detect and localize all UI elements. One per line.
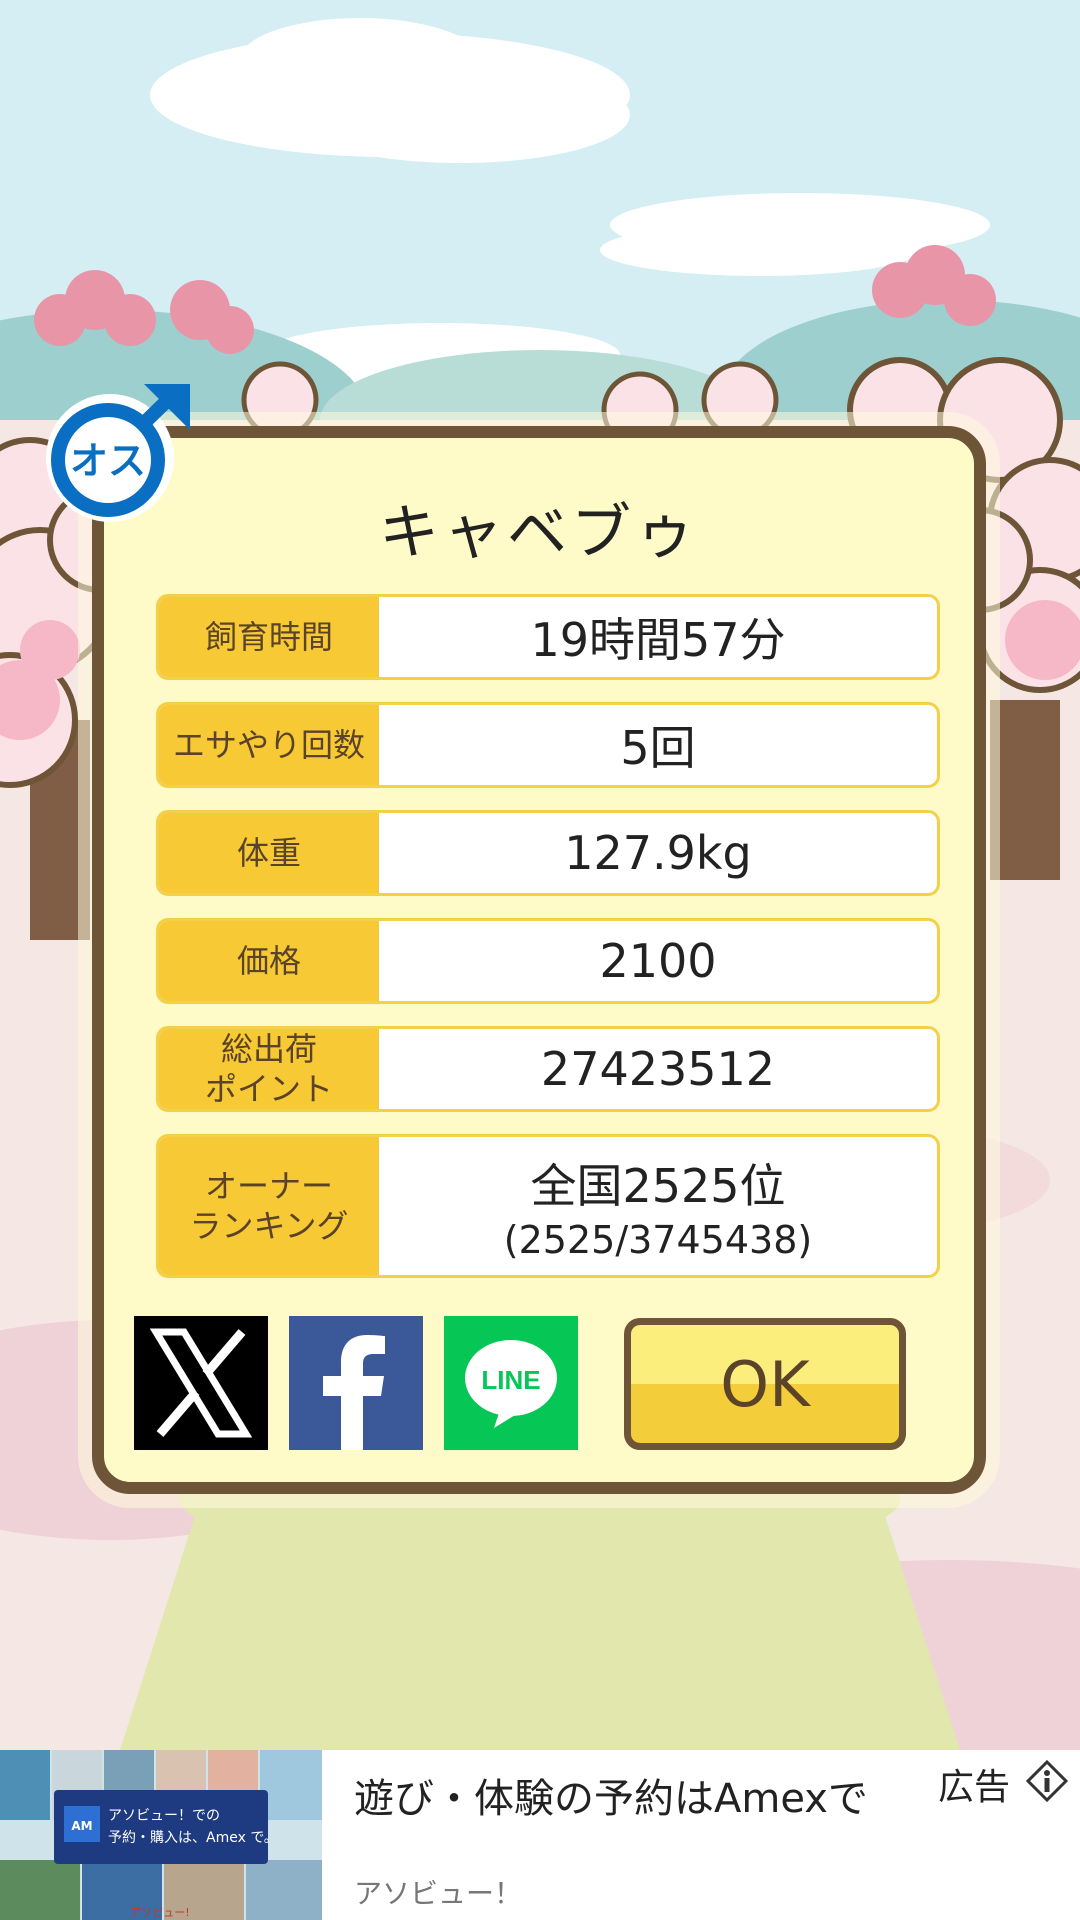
ad-banner-line2: 予約・購入は、Amex で。	[108, 1830, 278, 1846]
stat-label: 総出荷 ポイント	[159, 1029, 379, 1109]
stat-row-breeding-time: 飼育時間 19時間57分	[156, 594, 940, 680]
stat-row-owner-ranking: オーナー ランキング 全国2525位 (2525/3745438)	[156, 1134, 940, 1278]
ad-advertiser[interactable]: アソビュー！	[354, 1872, 522, 1912]
ad-photo-collage: AM アソビュー！での 予約・購入は、Amex で。 アソビュー!	[0, 1750, 322, 1920]
ok-button-label: OK	[720, 1347, 810, 1421]
gender-label: オス	[70, 439, 146, 483]
male-gender-badge: オス	[36, 378, 196, 528]
ad-banner-brand: アソビュー!	[130, 1906, 189, 1919]
share-x-button[interactable]	[134, 1316, 268, 1450]
share-facebook-button[interactable]	[289, 1316, 423, 1450]
male-symbol-icon: オス	[46, 384, 190, 522]
stat-value: 2100	[599, 934, 717, 988]
pet-status-card: キャベブゥ 飼育時間 19時間57分 エサやり回数 5回 体重 127.9kg …	[92, 426, 986, 1494]
stat-row-total-points: 総出荷 ポイント 27423512	[156, 1026, 940, 1112]
stat-label: エサやり回数	[159, 705, 379, 785]
stat-value: 27423512	[540, 1042, 776, 1096]
ad-label: 広告	[938, 1767, 1011, 1808]
line-logo-icon: LINE	[444, 1316, 578, 1450]
facebook-logo-icon	[289, 1316, 423, 1450]
ad-banner-line1: アソビュー！での	[108, 1808, 220, 1824]
stat-label: オーナー ランキング	[159, 1137, 379, 1275]
stat-row-price: 価格 2100	[156, 918, 940, 1004]
stat-value: 19時間57分	[530, 613, 786, 667]
info-icon	[1025, 1759, 1069, 1803]
ad-title[interactable]: 遊び・体験の予約はAmexで	[354, 1766, 868, 1824]
stat-value: 127.9kg	[564, 826, 752, 880]
stat-sub-value: (2525/3745438)	[503, 1218, 813, 1262]
stat-value: 5回	[620, 721, 696, 775]
ad-info-icon[interactable]	[1025, 1759, 1069, 1803]
svg-text:AM: AM	[71, 1819, 92, 1833]
line-logo-text: LINE	[481, 1365, 540, 1395]
stat-label: 価格	[159, 921, 379, 1001]
stat-label: 体重	[159, 813, 379, 893]
stat-row-weight: 体重 127.9kg	[156, 810, 940, 896]
stat-row-feed-count: エサやり回数 5回	[156, 702, 940, 788]
x-logo-icon	[134, 1316, 268, 1450]
stat-label: 飼育時間	[159, 597, 379, 677]
ad-banner[interactable]: AM アソビュー！での 予約・購入は、Amex で。 アソビュー! 遊び・体験の…	[0, 1750, 1080, 1920]
ok-button[interactable]: OK	[624, 1318, 906, 1450]
stat-value: 全国2525位	[530, 1159, 786, 1213]
pet-name: キャベブゥ	[379, 498, 699, 568]
ad-image[interactable]: AM アソビュー！での 予約・購入は、Amex で。 アソビュー!	[0, 1750, 322, 1920]
share-line-button[interactable]: LINE	[444, 1316, 578, 1450]
